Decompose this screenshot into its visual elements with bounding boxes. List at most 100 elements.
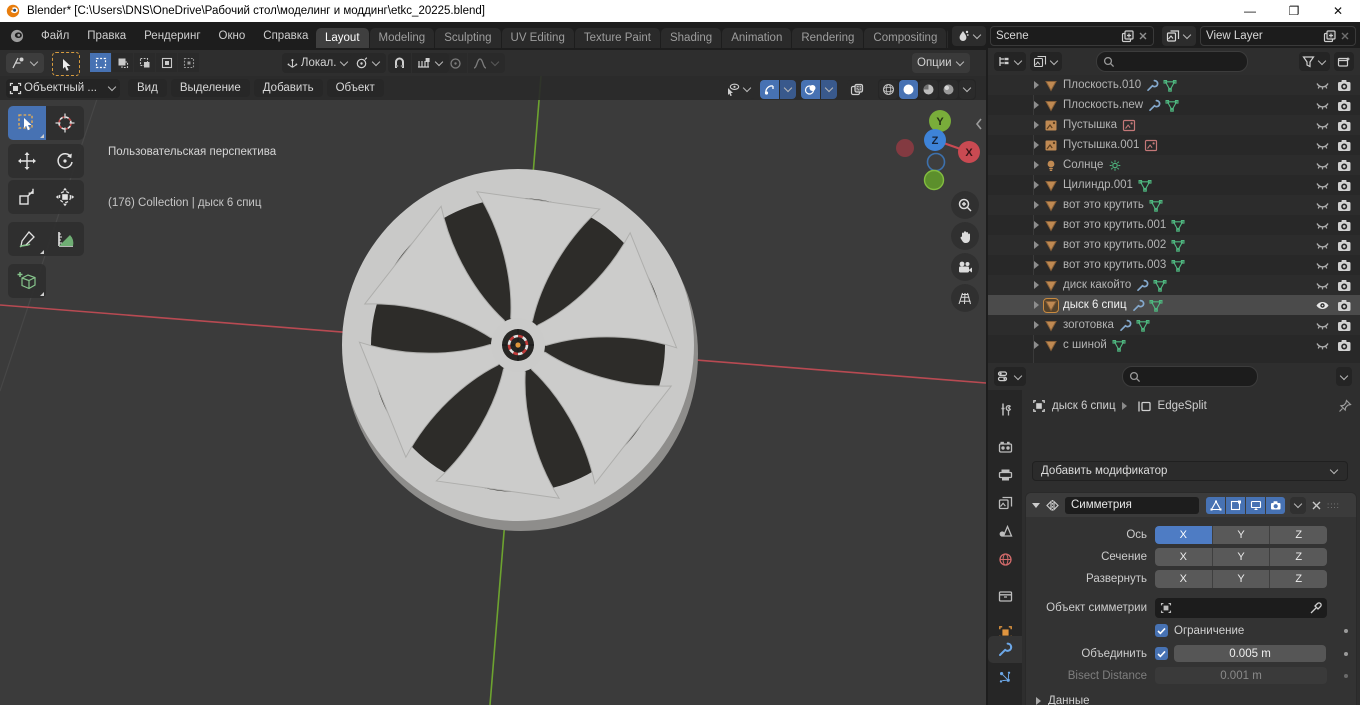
- properties-editor-dropdown[interactable]: [994, 367, 1026, 386]
- proportional-falloff-dropdown[interactable]: [468, 53, 505, 73]
- tab-tool[interactable]: [988, 396, 1022, 422]
- workspace-tab-rendering[interactable]: Rendering: [792, 28, 863, 48]
- pan-view-button[interactable]: [951, 222, 979, 250]
- tool-select-box[interactable]: [8, 106, 46, 140]
- workspace-tab-texture-paint[interactable]: Texture Paint: [575, 28, 660, 48]
- hide-viewport-toggle[interactable]: [1315, 260, 1330, 271]
- axis-y-button[interactable]: Y: [1213, 526, 1271, 544]
- tool-transform[interactable]: [46, 180, 84, 214]
- object-name-label[interactable]: Плоскость.new: [1063, 99, 1143, 111]
- outliner-row[interactable]: Пустышка.001: [988, 135, 1360, 155]
- data-subpanel-header[interactable]: Данные: [1036, 695, 1090, 705]
- object-icon[interactable]: [1044, 319, 1058, 332]
- camera-view-button[interactable]: [951, 253, 979, 281]
- object-icon[interactable]: [1044, 139, 1058, 152]
- workspace-tab-shading[interactable]: Shading: [661, 28, 721, 48]
- gizmo-y-ball[interactable]: Y: [929, 110, 951, 132]
- outliner-display-mode-dropdown[interactable]: [994, 52, 1026, 71]
- menu-object[interactable]: Объект: [327, 79, 384, 97]
- object-icon[interactable]: [1044, 219, 1058, 232]
- object-icon[interactable]: [1044, 199, 1058, 212]
- outliner-row[interactable]: Цилиндр.001: [988, 175, 1360, 195]
- tab-view-layer[interactable]: [988, 490, 1022, 516]
- gizmo-z-ball[interactable]: Z: [924, 129, 946, 151]
- scene-name-field[interactable]: Scene: [990, 26, 1154, 46]
- view-layer-type-dropdown[interactable]: [1162, 26, 1196, 46]
- bisect-animate-dot[interactable]: [1344, 674, 1348, 678]
- merge-value-field[interactable]: 0.005 m: [1174, 645, 1326, 662]
- disable-render-icon[interactable]: [1337, 139, 1352, 152]
- outliner-row[interactable]: вот это крутить.003: [988, 255, 1360, 275]
- menu-edit[interactable]: Правка: [78, 26, 135, 46]
- select-mode-invert[interactable]: [156, 53, 177, 72]
- workspace-tab-sculpting[interactable]: Sculpting: [435, 28, 500, 48]
- xray-toggle[interactable]: [847, 80, 867, 99]
- snap-toggle-button[interactable]: [388, 53, 411, 73]
- expand-arrow-icon[interactable]: [1034, 161, 1039, 169]
- disable-render-icon[interactable]: [1337, 219, 1352, 232]
- outliner-row[interactable]: вот это крутить: [988, 195, 1360, 215]
- restore-button[interactable]: ❐: [1272, 0, 1316, 22]
- menu-help[interactable]: Справка: [254, 26, 317, 46]
- expand-arrow-icon[interactable]: [1034, 321, 1039, 329]
- object-name-label[interactable]: Пустышка: [1063, 119, 1117, 131]
- menu-add[interactable]: Добавить: [254, 79, 323, 97]
- new-view-layer-icon[interactable]: [1323, 30, 1336, 43]
- tool-scale[interactable]: [8, 180, 46, 214]
- disable-render-icon[interactable]: [1337, 79, 1352, 92]
- hide-viewport-toggle[interactable]: [1315, 320, 1330, 331]
- outliner-row[interactable]: Солнце: [988, 155, 1360, 175]
- expand-arrow-icon[interactable]: [1034, 281, 1039, 289]
- tab-scene[interactable]: [988, 518, 1022, 544]
- object-name-label[interactable]: Цилиндр.001: [1063, 179, 1133, 191]
- remove-view-layer-icon[interactable]: [1340, 31, 1350, 41]
- gizmo-neg-x-ball[interactable]: [896, 139, 914, 157]
- pin-icon[interactable]: [1338, 399, 1352, 413]
- axis-z-button[interactable]: Z: [1270, 526, 1327, 544]
- drag-handle-icon[interactable]: ::::: [1327, 501, 1340, 510]
- object-name-label[interactable]: зоготовка: [1063, 319, 1114, 331]
- outliner-row[interactable]: зоготовка: [988, 315, 1360, 335]
- shading-wireframe-button[interactable]: [879, 80, 898, 99]
- unlink-scene-icon[interactable]: [1138, 31, 1148, 41]
- tab-output[interactable]: [988, 462, 1022, 488]
- tool-rotate[interactable]: [46, 144, 84, 178]
- outliner-row[interactable]: Плоскость.new: [988, 95, 1360, 115]
- view-layer-name-field[interactable]: View Layer: [1200, 26, 1356, 46]
- object-name-label[interactable]: диск какойто: [1063, 279, 1131, 291]
- mirror-object-field[interactable]: [1155, 598, 1327, 618]
- hide-viewport-toggle[interactable]: [1315, 240, 1330, 251]
- overlays-toggle[interactable]: [801, 80, 820, 99]
- disable-render-icon[interactable]: [1337, 159, 1352, 172]
- menu-view[interactable]: Вид: [128, 79, 167, 97]
- disable-render-icon[interactable]: [1337, 339, 1352, 352]
- add-modifier-dropdown[interactable]: Добавить модификатор: [1032, 461, 1348, 481]
- object-icon[interactable]: [1044, 159, 1058, 172]
- clipping-checkbox[interactable]: [1155, 624, 1168, 637]
- shading-material-button[interactable]: [919, 80, 938, 99]
- hide-viewport-toggle[interactable]: [1315, 140, 1330, 151]
- new-scene-icon[interactable]: [1121, 30, 1134, 43]
- disable-render-icon[interactable]: [1337, 279, 1352, 292]
- hide-viewport-toggle[interactable]: [1315, 220, 1330, 231]
- workspace-tab-animation[interactable]: Animation: [722, 28, 791, 48]
- display-editmode-toggle[interactable]: [1206, 497, 1225, 514]
- object-icon[interactable]: [1044, 259, 1058, 272]
- zoom-view-button[interactable]: [951, 191, 979, 219]
- workspace-tab-layout[interactable]: Layout: [316, 28, 369, 48]
- menu-select[interactable]: Выделение: [171, 79, 250, 97]
- proportional-edit-button[interactable]: [444, 53, 467, 73]
- hide-viewport-toggle[interactable]: [1315, 180, 1330, 191]
- breadcrumb-object-name[interactable]: дыск 6 спиц: [1052, 400, 1116, 412]
- gizmos-dropdown[interactable]: [780, 80, 796, 99]
- minimize-button[interactable]: —: [1228, 0, 1272, 22]
- flip-z-button[interactable]: Z: [1270, 570, 1327, 588]
- object-name-label[interactable]: Солнце: [1063, 159, 1103, 171]
- object-name-label[interactable]: вот это крутить.003: [1063, 259, 1166, 271]
- menu-window[interactable]: Окно: [210, 26, 255, 46]
- hide-viewport-toggle[interactable]: [1315, 300, 1330, 311]
- wheel-model[interactable]: [342, 169, 698, 531]
- disable-render-icon[interactable]: [1337, 179, 1352, 192]
- expand-arrow-icon[interactable]: [1034, 81, 1039, 89]
- object-name-label[interactable]: вот это крутить.002: [1063, 239, 1166, 251]
